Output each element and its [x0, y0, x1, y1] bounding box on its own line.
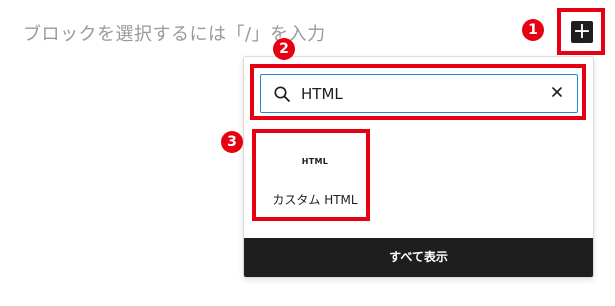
annotation-marker-1: 1	[522, 19, 544, 41]
browse-all-button[interactable]: すべて表示	[244, 238, 593, 277]
annotation-box-inserter	[557, 8, 605, 55]
annotation-box-search	[250, 64, 586, 120]
annotation-marker-2: 2	[273, 38, 295, 60]
editor-canvas: ブロックを選択するには「/」を入力 + 1 HTML HTML カスタム HTM…	[0, 0, 615, 306]
annotation-marker-3: 3	[221, 131, 243, 153]
annotation-box-result	[252, 129, 370, 221]
